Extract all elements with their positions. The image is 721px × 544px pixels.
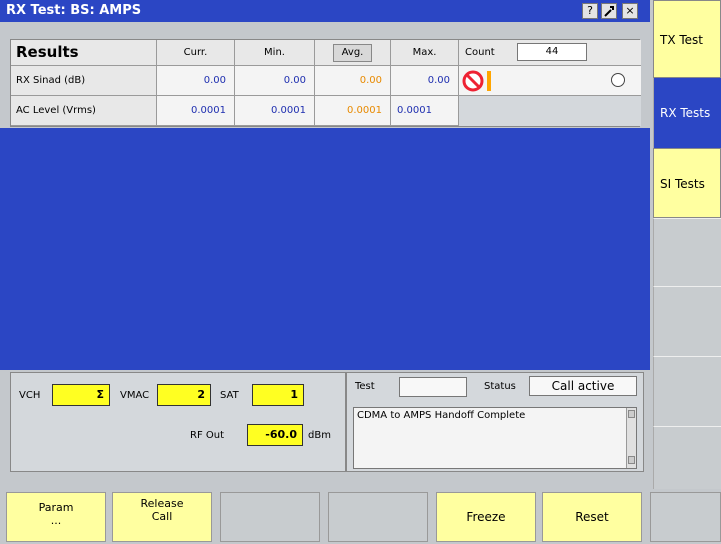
header-curr: Curr. [157,40,235,66]
row-curr: 0.0001 [157,96,235,126]
freeze-button[interactable]: Freeze [436,492,536,542]
scroll-up-icon[interactable] [628,410,635,418]
results-table: Results Curr. Min. Avg. Max. Count 44 RX… [10,39,641,127]
display-area [0,128,650,370]
row-min: 0.00 [235,66,315,96]
sinad-meter [459,66,641,96]
menu-blank-4[interactable] [653,426,721,489]
rfout-unit: dBm [308,430,331,441]
window-title: RX Test: BS: AMPS [6,3,142,18]
row-filler [459,96,641,126]
menu-blank-1[interactable] [653,218,721,286]
window-title-bar: RX Test: BS: AMPS [0,0,650,22]
row-curr: 0.00 [157,66,235,96]
results-title: Results [11,40,157,66]
softkey-blank-2[interactable] [328,492,428,542]
status-field: Call active [529,376,637,396]
close-icon[interactable]: × [622,3,638,19]
status-panel: Test Status Call active CDMA to AMPS Han… [346,372,644,472]
menu-rx-tests[interactable]: RX Tests [653,78,721,148]
test-field [399,377,467,397]
header-max: Max. [391,40,459,66]
menu-tx-test[interactable]: TX Test [653,0,721,78]
vmac-label: VMAC [120,390,150,401]
no-sign-icon [462,70,484,92]
row-avg: 0.00 [315,66,391,96]
menu-si-tests[interactable]: SI Tests [653,148,721,218]
softkey-blank-1[interactable] [220,492,320,542]
count-label: Count [465,47,495,58]
header-min: Min. [235,40,315,66]
message-text: CDMA to AMPS Handoff Complete [357,410,526,421]
softkey-blank-3[interactable] [650,492,721,542]
row-label: AC Level (Vrms) [11,96,157,126]
header-avg-cell: Avg. [315,40,391,66]
test-label: Test [355,381,375,392]
vmac-field[interactable]: 2 [157,384,211,406]
row-max: 0.00 [391,66,459,96]
count-value[interactable]: 44 [517,43,587,61]
row-avg: 0.0001 [315,96,391,126]
rfout-field[interactable]: -60.0 [247,424,303,446]
vch-field[interactable]: Σ [52,384,110,406]
menu-blank-2[interactable] [653,286,721,356]
rfout-label: RF Out [190,430,225,441]
meter-bar [487,71,491,91]
help-icon[interactable]: ? [582,3,598,19]
message-scrollbar[interactable] [626,408,636,468]
meter-knob-icon[interactable] [611,73,625,87]
vch-label: VCH [19,390,41,401]
sat-field[interactable]: 1 [252,384,304,406]
wrench-icon[interactable] [601,3,617,19]
avg-button[interactable]: Avg. [332,44,373,62]
softkey-bar: Param... Release Call Freeze Reset [0,489,721,544]
row-min: 0.0001 [235,96,315,126]
status-label: Status [484,381,516,392]
message-box: CDMA to AMPS Handoff Complete [353,407,637,469]
scroll-down-icon[interactable] [628,456,635,464]
row-max: 0.0001 [391,96,459,126]
param-button[interactable]: Param... [6,492,106,542]
menu-blank-3[interactable] [653,356,721,426]
sat-label: SAT [220,390,239,401]
header-count-cell: Count 44 [459,40,641,66]
row-label: RX Sinad (dB) [11,66,157,96]
reset-button[interactable]: Reset [542,492,642,542]
release-call-button[interactable]: Release Call [112,492,212,542]
channel-panel: VCH Σ VMAC 2 SAT 1 RF Out -60.0 dBm [10,372,346,472]
